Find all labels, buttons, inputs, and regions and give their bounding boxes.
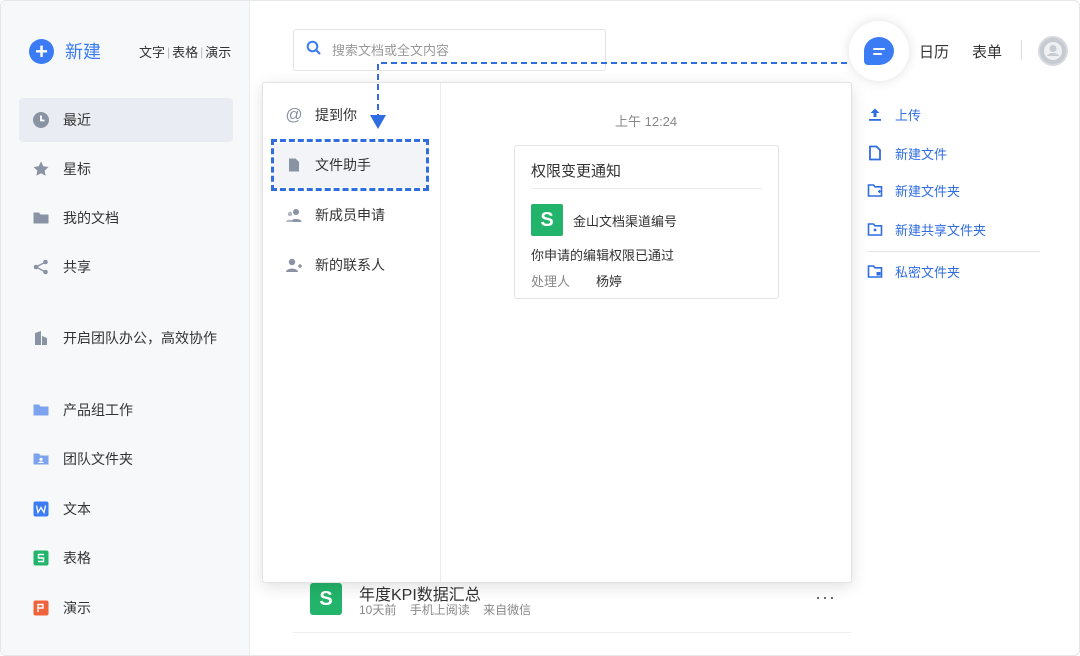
sidebar-item-label: 团队文件夹 bbox=[63, 451, 133, 467]
handler-label: 处理人 bbox=[531, 274, 571, 289]
new-shared-folder-action[interactable]: 新建共享文件夹 bbox=[867, 219, 986, 239]
sidebar-item-team-promo[interactable]: 开启团队办公，高效协作 bbox=[19, 316, 233, 360]
folder-icon bbox=[32, 209, 50, 227]
notification-card[interactable]: 权限变更通知 S 金山文档渠道编号 你申请的编辑权限已通过 处理人 杨婷 bbox=[514, 145, 779, 299]
sidebar-item-label: 最近 bbox=[63, 112, 91, 128]
new-button-label: 新建 bbox=[65, 42, 101, 62]
sidebar-item-label: 星标 bbox=[63, 161, 91, 177]
quick-create-slide[interactable]: 演示 bbox=[205, 42, 231, 61]
avatar[interactable] bbox=[1038, 36, 1068, 66]
sidebar-item-label: 产品组工作 bbox=[63, 402, 133, 418]
members-icon bbox=[285, 206, 303, 224]
sidebar-item-team-folder[interactable]: 团队文件夹 bbox=[19, 437, 233, 481]
action-label: 新建共享文件夹 bbox=[895, 222, 987, 238]
message-time: 上午 12:24 bbox=[615, 114, 678, 129]
handler-name: 杨婷 bbox=[596, 274, 623, 289]
sidebar-item-starred[interactable]: 星标 bbox=[19, 147, 233, 191]
message-button[interactable] bbox=[849, 21, 909, 81]
team-folder-icon bbox=[32, 450, 50, 468]
action-label: 新建文件夹 bbox=[895, 183, 961, 199]
sidebar-item-text[interactable]: 文本 bbox=[19, 487, 233, 531]
tab-new-contacts[interactable]: 新的联系人 bbox=[273, 243, 429, 287]
new-file-action[interactable]: 新建文件 bbox=[867, 143, 947, 163]
sidebar-item-sheet[interactable]: 表格 bbox=[19, 536, 233, 580]
at-icon: @ bbox=[285, 105, 303, 124]
tab-file-assistant[interactable]: 文件助手 bbox=[273, 143, 429, 187]
add-contact-icon bbox=[285, 256, 303, 274]
plus-icon: + bbox=[29, 38, 54, 64]
sender-logo-icon: S bbox=[531, 204, 563, 236]
card-message: 你申请的编辑权限已通过 bbox=[531, 248, 675, 263]
new-file-icon bbox=[867, 145, 883, 161]
action-label: 上传 bbox=[895, 107, 922, 123]
search-input[interactable] bbox=[332, 42, 582, 58]
private-folder-action[interactable]: 私密文件夹 bbox=[867, 261, 960, 281]
new-folder-action[interactable]: 新建文件夹 bbox=[867, 180, 960, 200]
clock-icon bbox=[32, 111, 50, 129]
sidebar-item-label: 文本 bbox=[63, 501, 91, 517]
sidebar-item-shared[interactable]: 共享 bbox=[19, 245, 233, 289]
building-icon bbox=[32, 329, 50, 347]
sidebar-item-label: 开启团队办公，高效协作 bbox=[63, 330, 217, 346]
new-button[interactable]: + 新建 bbox=[29, 38, 101, 64]
sidebar-item-label: 共享 bbox=[63, 259, 91, 275]
quick-create-sheet[interactable]: 表格 bbox=[172, 42, 198, 61]
sidebar-item-recent[interactable]: 最近 bbox=[19, 98, 233, 142]
calendar-link[interactable]: 日历 bbox=[919, 41, 949, 62]
quick-create-types: 文字 | 表格 | 演示 bbox=[139, 42, 231, 61]
action-label: 私密文件夹 bbox=[895, 264, 961, 280]
sidebar-item-label: 表格 bbox=[63, 550, 91, 566]
sidebar-item-product-group[interactable]: 产品组工作 bbox=[19, 388, 233, 432]
quick-create-text[interactable]: 文字 bbox=[139, 42, 165, 61]
private-folder-icon bbox=[867, 263, 883, 279]
sidebar-item-my-docs[interactable]: 我的文档 bbox=[19, 196, 233, 240]
sidebar-item-slide[interactable]: 演示 bbox=[19, 586, 233, 630]
notification-popup: @ 提到你 文件助手 新成员申请 新的联系人 上午 12:24 权限变更通知 S… bbox=[262, 82, 852, 583]
app-window: + 新建 文字 | 表格 | 演示 最近 星标 我的文档 共享 开启团队办公，高… bbox=[0, 0, 1080, 656]
doc-w-icon bbox=[32, 500, 50, 518]
sheet-file-icon: S bbox=[310, 583, 342, 615]
sender-name: 金山文档渠道编号 bbox=[573, 214, 678, 229]
file-icon bbox=[285, 156, 303, 174]
user-icon bbox=[1040, 38, 1066, 64]
upload-action[interactable]: 上传 bbox=[867, 104, 921, 124]
folder-icon bbox=[32, 401, 50, 419]
sidebar: + 新建 文字 | 表格 | 演示 最近 星标 我的文档 共享 开启团队办公，高… bbox=[1, 1, 250, 655]
search-box[interactable] bbox=[293, 29, 606, 71]
new-folder-icon bbox=[867, 182, 883, 198]
slide-p-icon bbox=[32, 599, 50, 617]
notification-categories: @ 提到你 文件助手 新成员申请 新的联系人 bbox=[263, 83, 441, 582]
share-icon bbox=[32, 258, 50, 276]
card-title: 权限变更通知 bbox=[531, 163, 622, 180]
message-bubble-icon bbox=[864, 37, 894, 65]
action-label: 新建文件 bbox=[895, 146, 948, 162]
tab-member-requests[interactable]: 新成员申请 bbox=[273, 193, 429, 237]
new-shared-folder-icon bbox=[867, 221, 883, 237]
sheet-s-icon bbox=[32, 549, 50, 567]
star-icon bbox=[32, 160, 50, 178]
sidebar-item-label: 演示 bbox=[63, 600, 91, 616]
file-meta: 10天前 手机上阅读 来自微信 bbox=[359, 603, 532, 617]
form-link[interactable]: 表单 bbox=[972, 41, 1002, 62]
upload-icon bbox=[867, 106, 883, 122]
sidebar-item-label: 我的文档 bbox=[63, 210, 119, 226]
header-divider bbox=[1021, 40, 1022, 60]
actions-divider bbox=[867, 251, 1040, 252]
tab-mentions[interactable]: @ 提到你 bbox=[273, 93, 429, 137]
more-options-icon[interactable]: ··· bbox=[815, 587, 836, 608]
search-icon bbox=[306, 40, 322, 61]
